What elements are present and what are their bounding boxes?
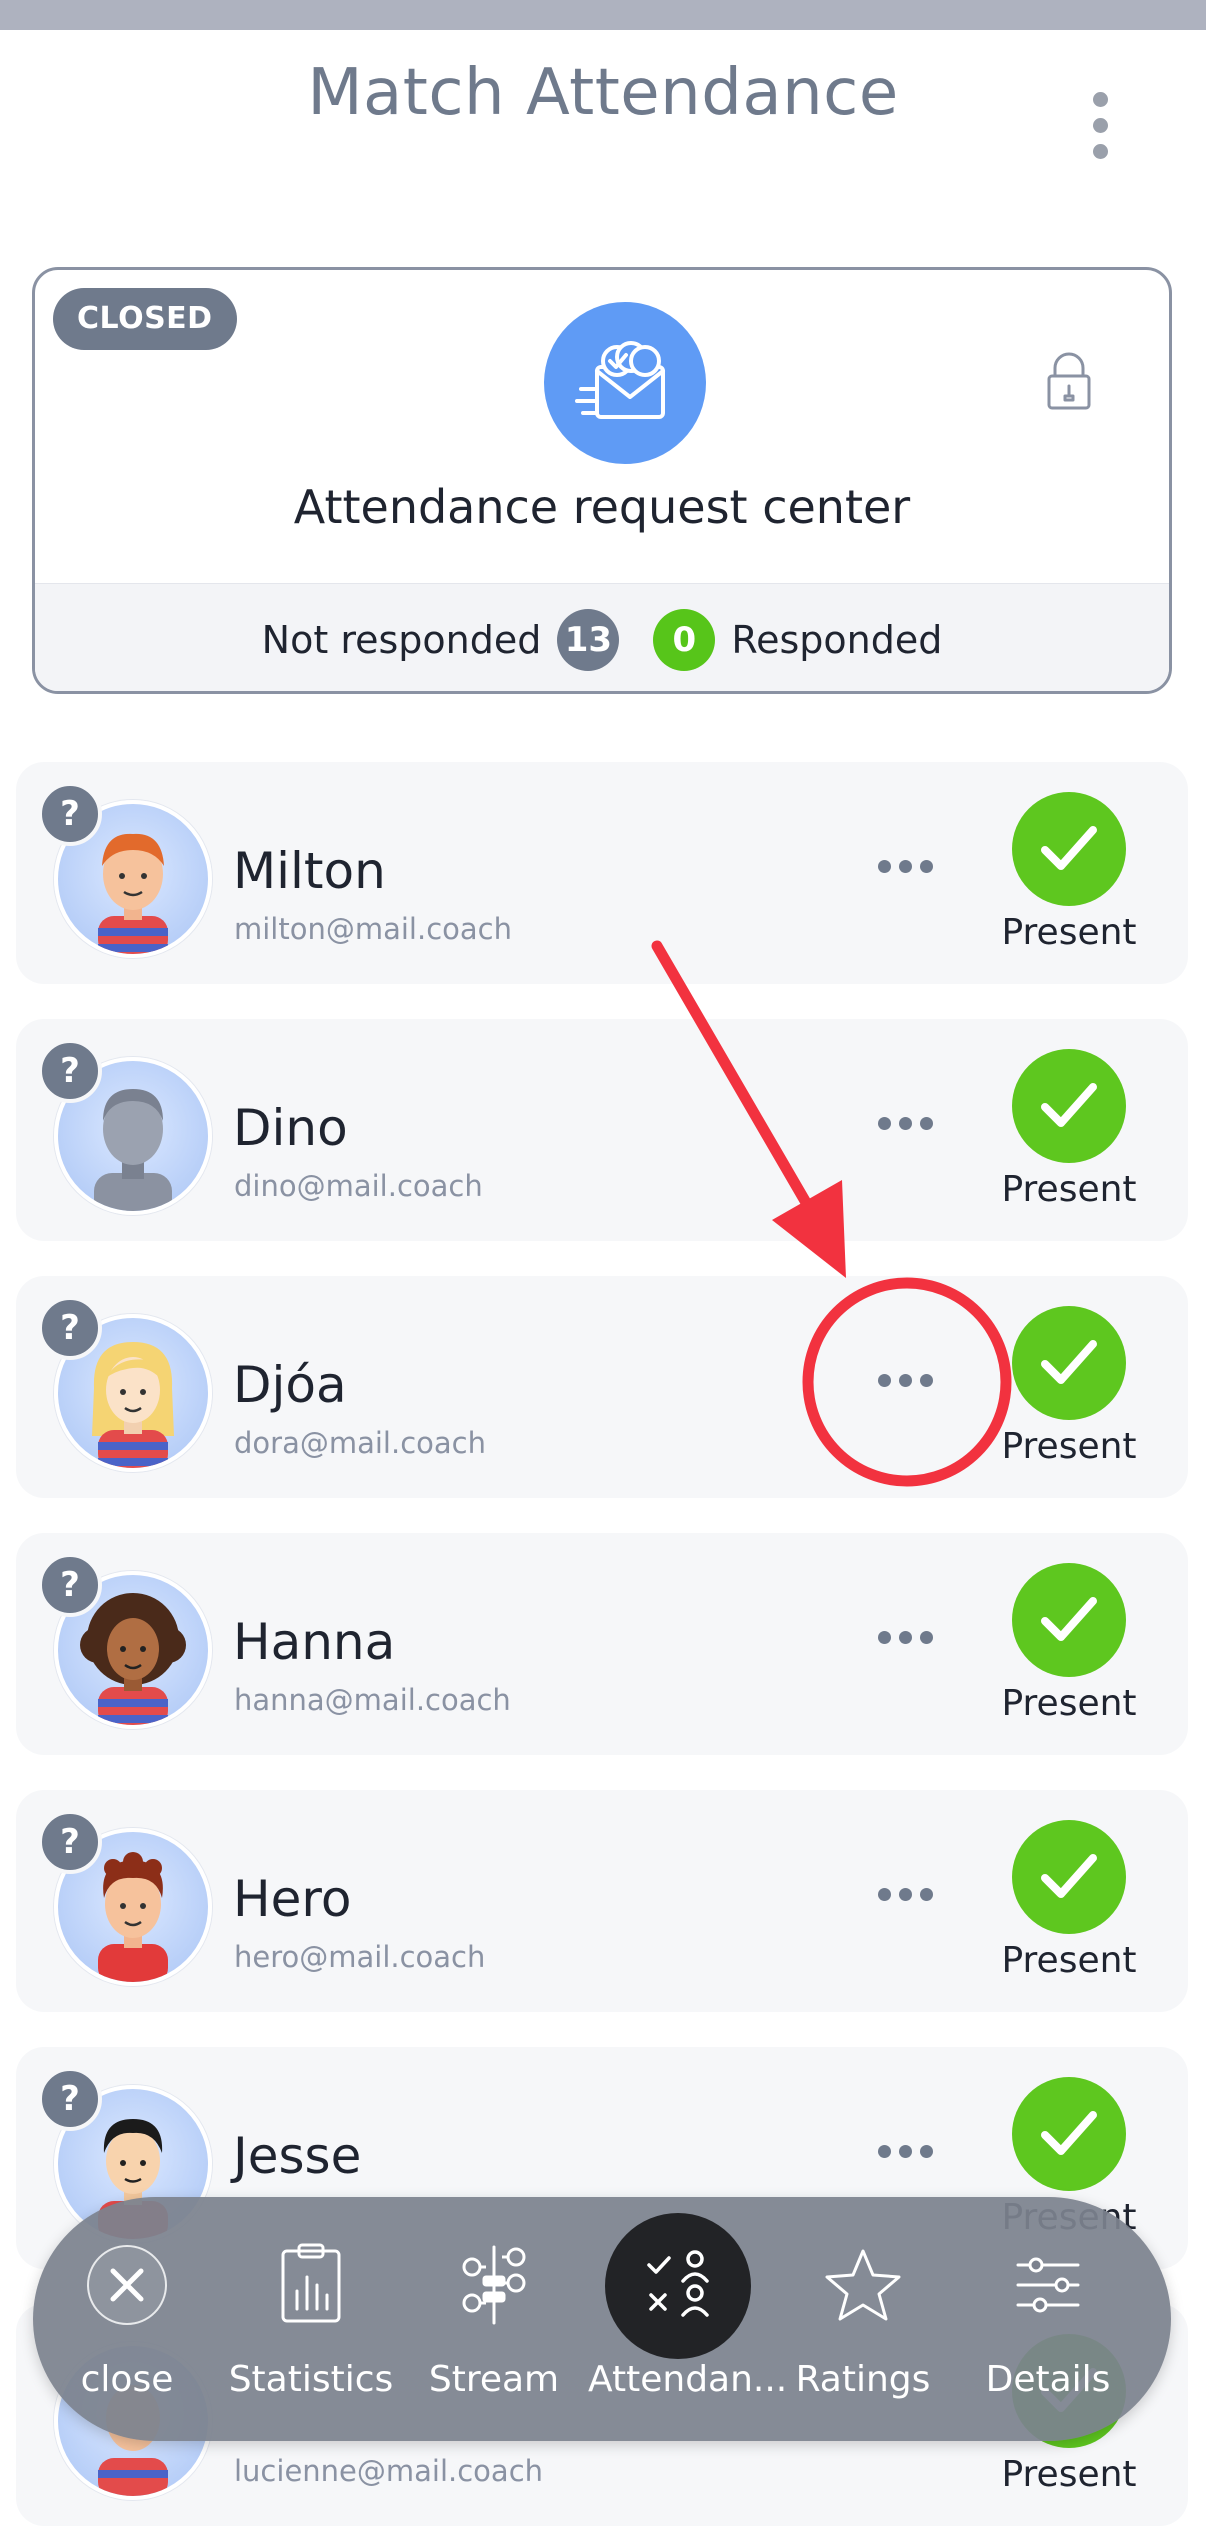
- present-checkmark-icon[interactable]: [1012, 1563, 1126, 1677]
- not-responded-label: Not responded: [261, 618, 542, 662]
- closed-status-badge: CLOSED: [53, 288, 237, 350]
- sliders-icon: [1000, 2237, 1096, 2333]
- responded-count: 0: [653, 609, 716, 671]
- responded-label: Responded: [731, 618, 943, 662]
- present-checkmark-icon[interactable]: [1012, 1306, 1126, 1420]
- nav-label: Statistics: [228, 2359, 394, 2400]
- player-name: Milton: [233, 842, 386, 900]
- not-responded-count: 13: [557, 609, 620, 671]
- no-response-badge: ?: [38, 2067, 102, 2131]
- nav-close-button[interactable]: close: [37, 2197, 217, 2441]
- lock-icon: [1045, 350, 1093, 416]
- no-response-badge: ?: [38, 782, 102, 846]
- attendance-envelope-icon: [544, 302, 706, 464]
- no-response-badge: ?: [38, 1296, 102, 1360]
- player-row[interactable]: ? Hero hero@mail.coach Present: [16, 1790, 1188, 2012]
- nav-label: Details: [985, 2359, 1111, 2400]
- nav-label: Ratings: [795, 2359, 931, 2400]
- player-name: Dino: [233, 1099, 348, 1157]
- player-row[interactable]: ? Djóa dora@mail.coach Present: [16, 1276, 1188, 1498]
- player-email: dora@mail.coach: [234, 1426, 486, 1460]
- status-bar: [0, 0, 1206, 30]
- no-response-badge: ?: [38, 1553, 102, 1617]
- nav-ratings-button[interactable]: Ratings: [773, 2197, 953, 2441]
- player-row[interactable]: ? Dino dino@mail.coach Present: [16, 1019, 1188, 1241]
- attendance-icon: [605, 2213, 751, 2359]
- clipboard-chart-icon: [263, 2237, 359, 2333]
- player-name: Djóa: [233, 1356, 347, 1414]
- player-email: milton@mail.coach: [234, 912, 512, 946]
- nav-label: Attendan...: [588, 2359, 788, 2400]
- present-checkmark-icon[interactable]: [1012, 1820, 1126, 1934]
- more-actions-icon[interactable]: [878, 1117, 934, 1135]
- player-email: lucienne@mail.coach: [234, 2454, 544, 2488]
- nav-statistics-button[interactable]: Statistics: [221, 2197, 401, 2441]
- bottom-navigation: close Statistics Stream Attendan... Rati…: [33, 2197, 1171, 2441]
- star-icon: [815, 2237, 911, 2333]
- more-actions-icon[interactable]: [878, 860, 934, 878]
- attendance-status-label: Present: [1001, 912, 1137, 953]
- page-title: Match Attendance: [307, 56, 899, 130]
- close-icon[interactable]: [87, 2245, 167, 2325]
- more-actions-icon[interactable]: [878, 2145, 934, 2163]
- more-actions-icon[interactable]: [878, 1631, 934, 1649]
- no-response-badge: ?: [38, 1039, 102, 1103]
- response-summary: Not responded 13 0 Responded: [35, 583, 1169, 691]
- player-name: Hanna: [233, 1613, 396, 1671]
- attendance-status-label: Present: [1001, 2454, 1137, 2495]
- player-row[interactable]: ? Hanna hanna@mail.coach Present: [16, 1533, 1188, 1755]
- stream-icon: [446, 2237, 542, 2333]
- player-email: dino@mail.coach: [234, 1169, 483, 1203]
- nav-details-button[interactable]: Details: [958, 2197, 1138, 2441]
- attendance-status-label: Present: [1001, 1426, 1137, 1467]
- player-name: Jesse: [233, 2127, 362, 2185]
- more-actions-icon[interactable]: [878, 1888, 934, 1906]
- attendance-status-label: Present: [1001, 1940, 1137, 1981]
- more-options-icon[interactable]: [1080, 92, 1120, 172]
- no-response-badge: ?: [38, 1810, 102, 1874]
- attendance-request-card[interactable]: CLOSED Attendance request center Not res…: [32, 267, 1172, 694]
- request-center-title: Attendance request center: [293, 480, 911, 534]
- player-name: Hero: [233, 1870, 352, 1928]
- nav-attendance-button[interactable]: Attendan...: [588, 2197, 788, 2441]
- nav-label: close: [80, 2359, 174, 2400]
- attendance-status-label: Present: [1001, 1683, 1137, 1724]
- present-checkmark-icon[interactable]: [1012, 2077, 1126, 2191]
- attendance-status-label: Present: [1001, 1169, 1137, 1210]
- player-email: hanna@mail.coach: [234, 1683, 511, 1717]
- present-checkmark-icon[interactable]: [1012, 792, 1126, 906]
- player-row[interactable]: ? Milton milton@mail.coach Present: [16, 762, 1188, 984]
- more-actions-icon[interactable]: [878, 1374, 934, 1392]
- present-checkmark-icon[interactable]: [1012, 1049, 1126, 1163]
- nav-stream-button[interactable]: Stream: [404, 2197, 584, 2441]
- player-email: hero@mail.coach: [234, 1940, 486, 1974]
- nav-label: Stream: [428, 2359, 560, 2400]
